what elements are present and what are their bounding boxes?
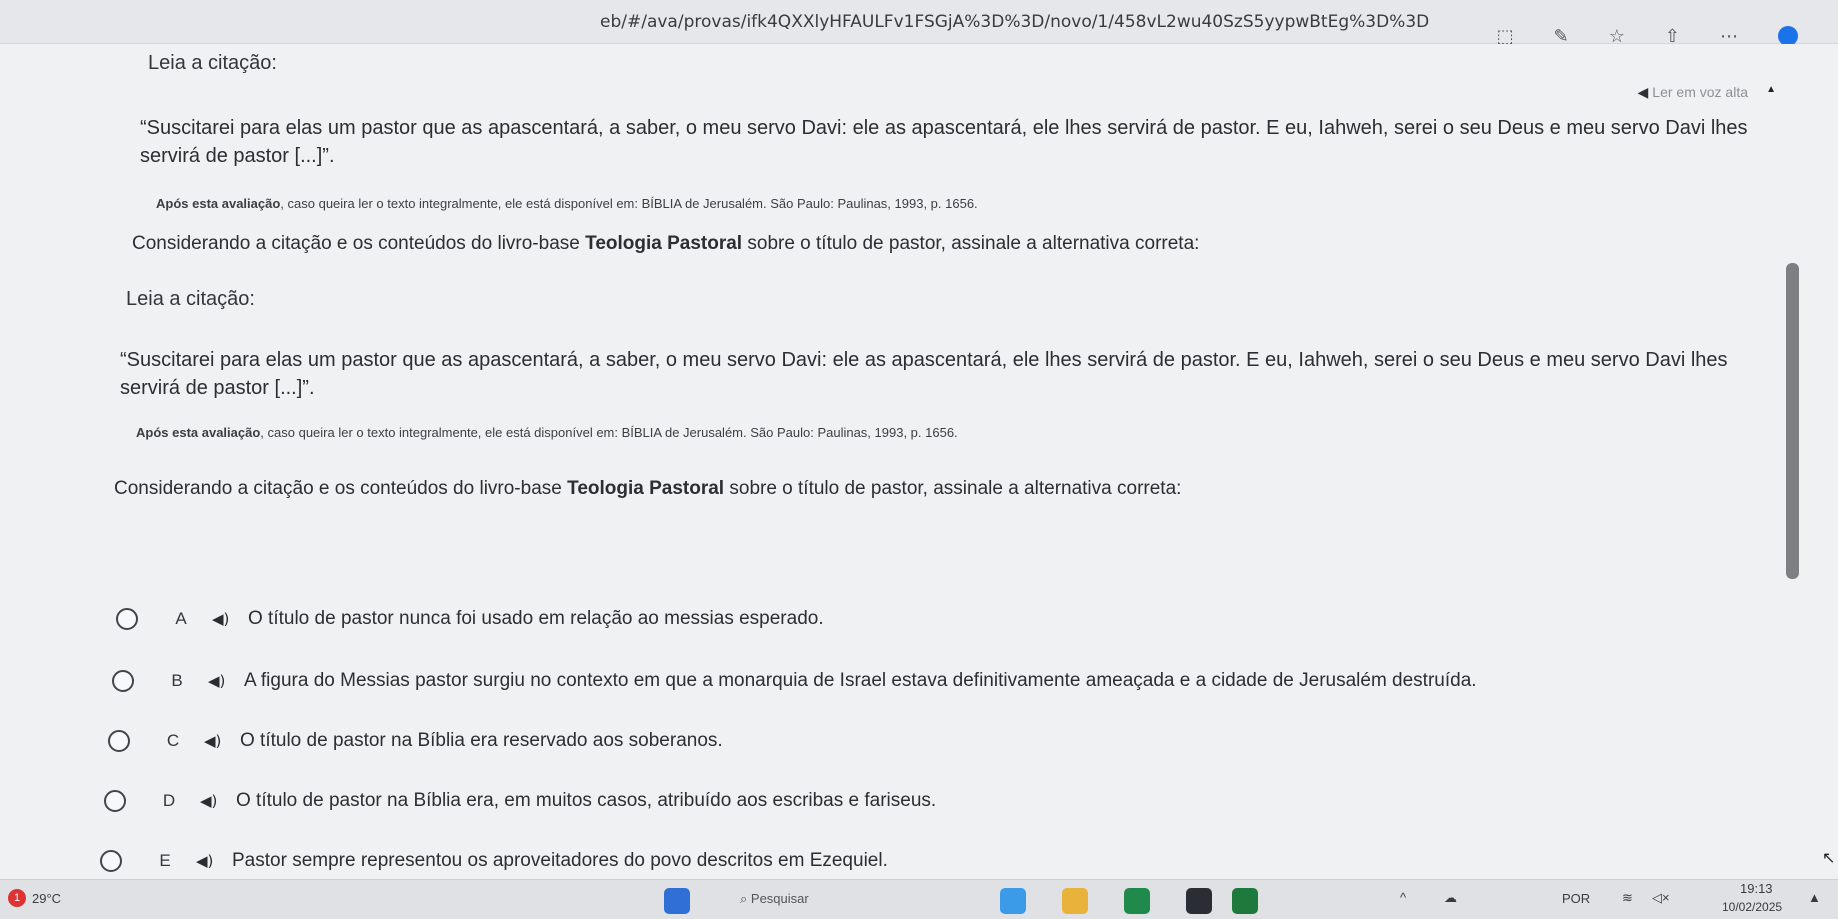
option-letter: C bbox=[166, 731, 180, 750]
option-text[interactable]: O título de pastor na Bíblia era, em mui… bbox=[236, 790, 936, 812]
scrollbar-thumb[interactable] bbox=[1786, 263, 1799, 579]
option-text[interactable]: O título de pastor na Bíblia era reserva… bbox=[240, 730, 723, 752]
citation-label: Leia a citação: bbox=[126, 288, 255, 310]
option-e[interactable]: E ◀) Pastor sempre representou os aprove… bbox=[100, 846, 888, 876]
taskbar-search[interactable]: ⌕ Pesquisar bbox=[740, 891, 809, 907]
chevron-up-icon[interactable]: ^ bbox=[1400, 890, 1406, 905]
audio-icon[interactable]: ◀) bbox=[208, 672, 228, 690]
url-text[interactable]: eb/#/ava/provas/ifk4QXXlyHFAULFv1FSGjA%3… bbox=[600, 12, 1429, 32]
citation-reference: Após esta avaliação, caso queira ler o t… bbox=[156, 196, 978, 211]
mouse-cursor-icon: ↖ bbox=[1822, 848, 1836, 867]
volume-muted-icon[interactable]: ◁× bbox=[1652, 890, 1670, 906]
option-letter: A bbox=[175, 609, 187, 628]
reference-bold: Após esta avaliação bbox=[156, 196, 281, 211]
search-icon: ⌕ bbox=[740, 891, 751, 906]
clock-time[interactable]: 19:13 bbox=[1740, 881, 1773, 896]
store-icon[interactable] bbox=[1186, 888, 1212, 914]
edge-browser-icon[interactable] bbox=[1124, 888, 1150, 914]
radio-button[interactable] bbox=[108, 730, 130, 752]
book-title: Teologia Pastoral bbox=[567, 478, 725, 499]
book-title: Teologia Pastoral bbox=[585, 233, 743, 254]
clock-date[interactable]: 10/02/2025 bbox=[1722, 900, 1782, 914]
option-text[interactable]: Pastor sempre representou os aproveitado… bbox=[232, 850, 888, 872]
reference-bold: Após esta avaliação bbox=[136, 425, 261, 440]
reference-text: , caso queira ler o texto integralmente,… bbox=[280, 196, 978, 211]
audio-icon[interactable]: ◀) bbox=[212, 610, 232, 628]
option-text[interactable]: A figura do Messias pastor surgiu no con… bbox=[244, 670, 1477, 692]
question-prompt: Considerando a citação e os conteúdos do… bbox=[132, 233, 1200, 254]
caret-up-icon[interactable]: ▲ bbox=[1766, 84, 1776, 95]
cloud-icon[interactable]: ☁ bbox=[1444, 890, 1457, 906]
question-page: ◀ Ler em voz alta ▲ Leia a citação: “Susc… bbox=[0, 44, 1838, 879]
radio-button[interactable] bbox=[104, 790, 126, 812]
citation-quote: “Suscitarei para elas um pastor que as a… bbox=[140, 117, 1748, 167]
read-aloud-button[interactable]: ◀ Ler em voz alta bbox=[1638, 84, 1749, 101]
option-c[interactable]: C ◀) O título de pastor na Bíblia era re… bbox=[108, 726, 723, 756]
option-a[interactable]: A ◀) O título de pastor nunca foi usado … bbox=[116, 604, 824, 634]
reference-text: , caso queira ler o texto integralmente,… bbox=[260, 425, 958, 440]
question-prompt: Considerando a citação e os conteúdos do… bbox=[114, 478, 1182, 499]
audio-icon[interactable]: ◀) bbox=[196, 852, 216, 870]
citation-reference: Após esta avaliação, caso queira ler o t… bbox=[136, 425, 958, 440]
profile-icon[interactable] bbox=[1778, 26, 1798, 46]
weather-temperature[interactable]: 29°C bbox=[32, 891, 61, 906]
audio-icon[interactable]: ◀) bbox=[200, 792, 220, 810]
option-d[interactable]: D ◀) O título de pastor na Bíblia era, e… bbox=[104, 786, 936, 816]
radio-button[interactable] bbox=[112, 670, 134, 692]
weather-badge[interactable]: 1 bbox=[8, 889, 26, 907]
option-letter: B bbox=[171, 671, 183, 690]
wifi-icon[interactable]: ≋ bbox=[1622, 890, 1633, 906]
option-text[interactable]: O título de pastor nunca foi usado em re… bbox=[248, 608, 824, 630]
option-letter: D bbox=[162, 791, 176, 810]
app-icon[interactable] bbox=[1232, 888, 1258, 914]
browser-address-bar[interactable]: eb/#/ava/provas/ifk4QXXlyHFAULFv1FSGjA%3… bbox=[0, 0, 1838, 47]
language-indicator[interactable]: POR bbox=[1562, 891, 1590, 906]
taskbar: 1 29°C ⌕ Pesquisar ^ ☁ POR ≋ ◁× 19:13 10… bbox=[0, 879, 1838, 919]
start-icon[interactable] bbox=[664, 888, 690, 914]
speaker-icon: ◀ bbox=[1637, 84, 1649, 100]
app-icon[interactable] bbox=[1000, 888, 1026, 914]
notification-bell-icon[interactable]: ▲ bbox=[1808, 890, 1821, 905]
option-b[interactable]: B ◀) A figura do Messias pastor surgiu n… bbox=[112, 666, 1477, 696]
citation-label: Leia a citação: bbox=[148, 52, 277, 74]
citation-quote: “Suscitarei para elas um pastor que as a… bbox=[120, 349, 1728, 399]
radio-button[interactable] bbox=[100, 850, 122, 872]
radio-button[interactable] bbox=[116, 608, 138, 630]
audio-icon[interactable]: ◀) bbox=[204, 732, 224, 750]
file-explorer-icon[interactable] bbox=[1062, 888, 1088, 914]
option-letter: E bbox=[159, 851, 171, 870]
read-aloud-label: Ler em voz alta bbox=[1652, 84, 1748, 100]
